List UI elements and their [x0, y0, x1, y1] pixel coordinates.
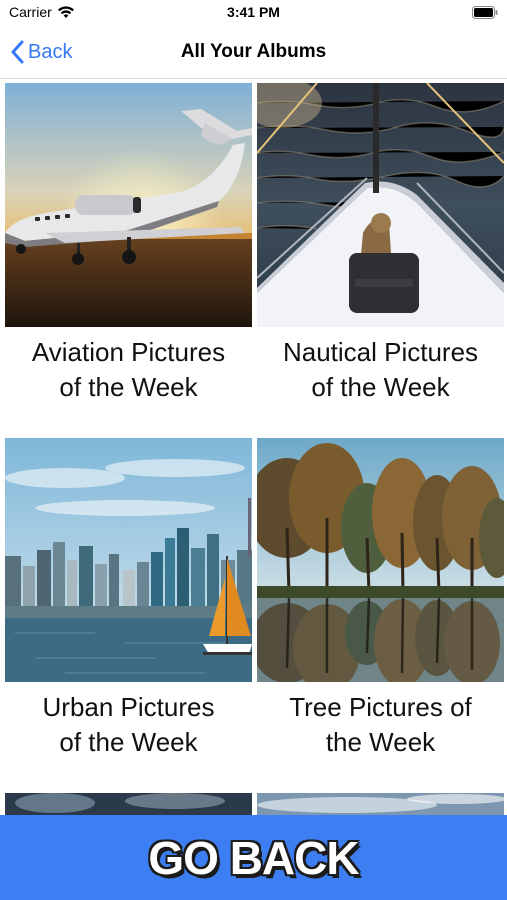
- album-title-line-1: Aviation Pictures: [31, 337, 226, 367]
- clock: 3:41 PM: [227, 4, 280, 20]
- album-title-line-2: of the Week: [59, 372, 198, 402]
- album-title: Urban Pictures of the Week: [5, 690, 252, 760]
- status-bar: Carrier 3:41 PM: [0, 0, 507, 28]
- album-title: Aviation Pictures of the Week: [5, 335, 252, 405]
- album-title-line-2: of the Week: [311, 372, 450, 402]
- trees-photo: [257, 438, 504, 682]
- album-title-line-2: of the Week: [59, 727, 198, 757]
- album-title-line-1: Tree Pictures of: [289, 692, 472, 722]
- page-title: All Your Albums: [180, 41, 327, 62]
- album-title-line-1: Nautical Pictures: [282, 337, 479, 367]
- chevron-left-icon: [11, 40, 24, 64]
- album-title: Nautical Pictures of the Week: [257, 335, 504, 405]
- album-thumbnail[interactable]: [5, 438, 252, 682]
- album-title-line-2: the Week: [325, 727, 436, 757]
- album-card-urban[interactable]: Urban Pictures of the Week: [5, 438, 252, 760]
- album-thumbnail[interactable]: [257, 438, 504, 682]
- back-button-label: Back: [28, 40, 73, 63]
- go-back-label: GO BACK: [148, 831, 359, 884]
- album-card-aviation[interactable]: Aviation Pictures of the Week: [5, 83, 252, 405]
- album-title: Tree Pictures of the Week: [257, 690, 504, 760]
- album-card-nautical[interactable]: Nautical Pictures of the Week: [257, 83, 504, 405]
- aviation-photo: [5, 83, 252, 327]
- album-card-trees[interactable]: Tree Pictures of the Week: [257, 438, 504, 760]
- battery-icon: [472, 6, 498, 19]
- navigation-bar: Back All Your Albums: [0, 28, 507, 79]
- album-thumbnail[interactable]: [5, 83, 252, 327]
- back-button[interactable]: Back: [10, 40, 72, 64]
- album-thumbnail[interactable]: [257, 83, 504, 327]
- album-title-line-1: Urban Pictures: [42, 692, 215, 722]
- nautical-photo: [257, 83, 504, 327]
- go-back-button[interactable]: GO BACK: [0, 815, 507, 900]
- urban-photo: [5, 438, 252, 682]
